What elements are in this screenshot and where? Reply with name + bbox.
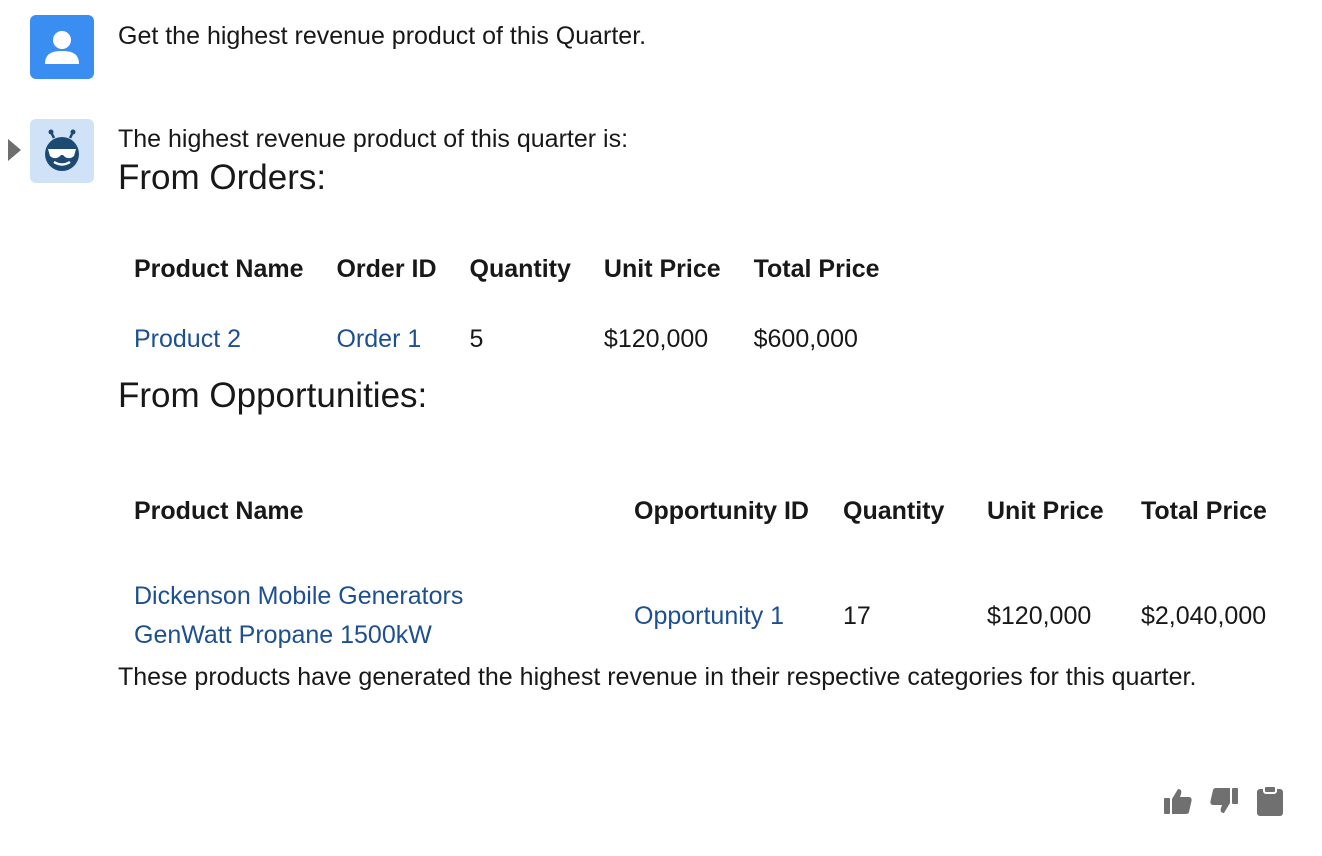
total-price-cell: $600,000 <box>753 324 858 353</box>
unit-price-cell: $120,000 <box>603 324 709 353</box>
table-header-row: Product Name Opportunity ID Quantity Uni… <box>134 452 1300 570</box>
table-row: Dickenson Mobile Generators GenWatt Prop… <box>134 570 1300 662</box>
orders-table: Product Name Order ID Quantity Unit Pric… <box>134 234 913 374</box>
column-header: Quantity <box>469 254 571 283</box>
column-header: Total Price <box>1141 496 1267 525</box>
copy-button[interactable] <box>1254 784 1286 818</box>
thumbs-down-icon <box>1210 788 1238 813</box>
thumbs-down-button[interactable] <box>1208 784 1240 818</box>
total-price-cell: $2,040,000 <box>1141 601 1267 630</box>
user-icon <box>45 31 79 64</box>
message-actions <box>1162 784 1286 818</box>
clipboard-icon <box>1257 785 1283 816</box>
opportunities-table: Product Name Opportunity ID Quantity Uni… <box>134 452 1300 662</box>
user-message: Get the highest revenue product of this … <box>30 15 646 79</box>
opportunities-heading: From Opportunities: <box>118 376 428 415</box>
column-header: Total Price <box>753 254 880 283</box>
user-message-text: Get the highest revenue product of this … <box>118 22 647 50</box>
table-row: Product 2 Order 1 5 $120,000 $600,000 <box>134 304 913 374</box>
column-header: Unit Price <box>603 254 721 283</box>
bot-summary-text: These products have generated the highes… <box>118 663 1197 691</box>
product-link[interactable]: Dickenson Mobile Generators GenWatt Prop… <box>134 577 504 655</box>
column-header: Order ID <box>336 254 437 283</box>
column-header: Quantity <box>843 496 945 525</box>
quantity-cell: 17 <box>843 601 871 630</box>
bot-message: The highest revenue product of this quar… <box>118 122 1303 697</box>
column-header: Opportunity ID <box>634 496 809 525</box>
column-header: Product Name <box>134 254 304 283</box>
thumbs-up-icon <box>1164 789 1192 814</box>
orders-heading: From Orders: <box>118 158 327 197</box>
column-header: Unit Price <box>987 496 1104 525</box>
bot-avatar <box>30 119 94 183</box>
column-header: Product Name <box>134 496 304 525</box>
unit-price-cell: $120,000 <box>987 601 1092 630</box>
table-header-row: Product Name Order ID Quantity Unit Pric… <box>134 234 913 304</box>
expand-arrow-icon[interactable] <box>8 139 21 161</box>
bot-intro-text: The highest revenue product of this quar… <box>118 125 629 153</box>
user-avatar <box>30 15 94 79</box>
bot-icon <box>45 129 79 171</box>
thumbs-up-button[interactable] <box>1162 784 1194 818</box>
opportunity-link[interactable]: Opportunity 1 <box>634 602 784 630</box>
chat-transcript: Get the highest revenue product of this … <box>0 0 1322 856</box>
order-link[interactable]: Order 1 <box>336 325 421 353</box>
quantity-cell: 5 <box>469 324 484 353</box>
product-link[interactable]: Product 2 <box>134 325 241 353</box>
